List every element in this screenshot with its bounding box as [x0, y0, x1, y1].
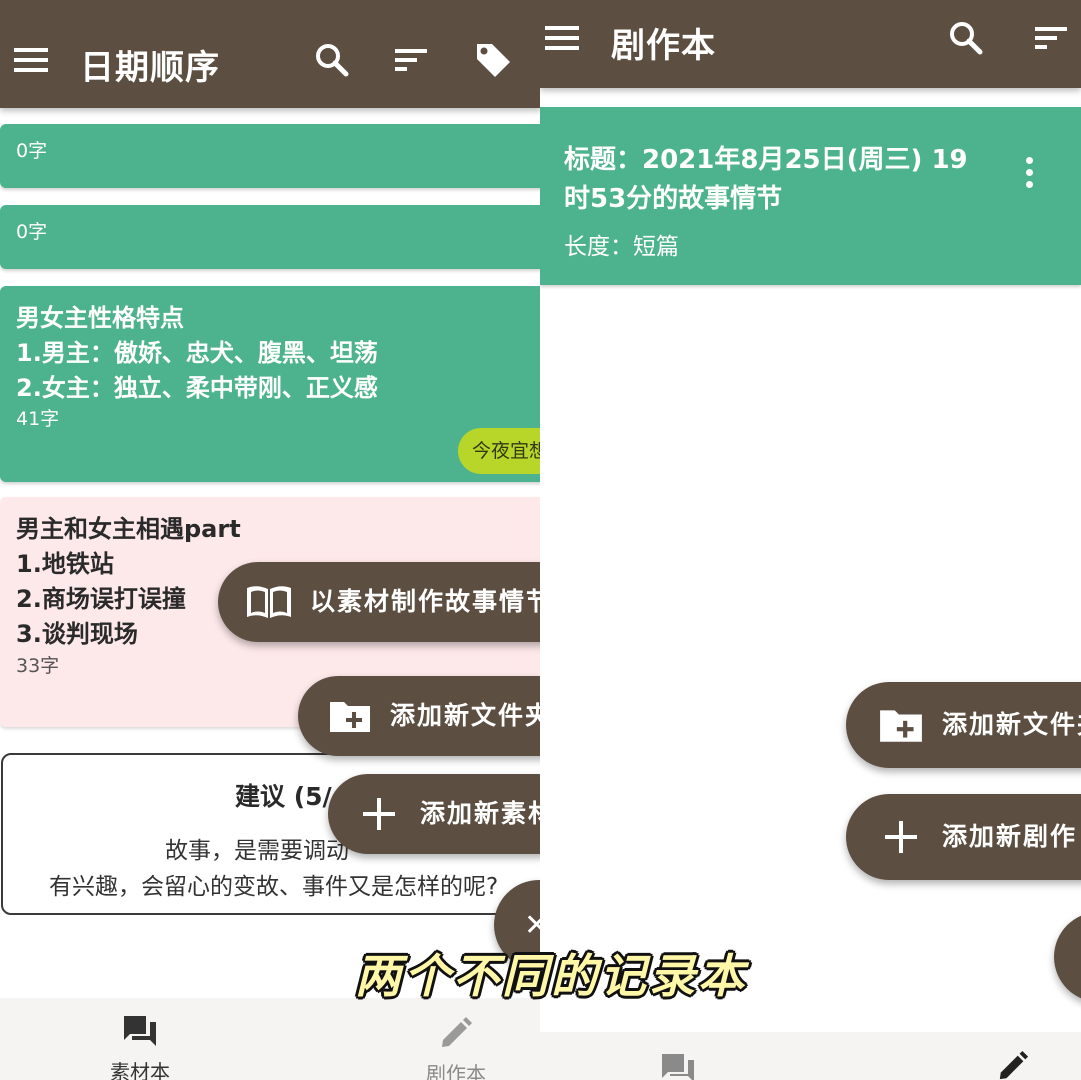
word-count: 0字	[16, 221, 48, 243]
nav-label: 剧作本	[426, 1062, 486, 1080]
material-card[interactable]: 0字	[0, 205, 541, 269]
add-material-fab[interactable]: 添加新素材	[328, 774, 541, 854]
fab-label: 以素材制作故事情节	[310, 587, 541, 616]
top-app-bar: 日期顺序	[0, 0, 541, 108]
material-card[interactable]: 0字	[0, 124, 541, 188]
script-card[interactable]: 标题：2021年8月25日(周三) 19 时53分的故事情节 长度：短篇	[540, 107, 1081, 285]
add-script-fab[interactable]: 添加新剧作	[846, 794, 1081, 880]
right-pane: 剧作本 标题：2021年8月25日(周三) 19 时53分的故事情节 长度：短篇…	[540, 0, 1081, 1080]
folder-add-icon	[328, 676, 372, 756]
sort-icon[interactable]	[1030, 16, 1074, 60]
bottom-navigation: 素材本 剧作本	[0, 998, 541, 1080]
forum-icon	[124, 1016, 156, 1046]
sort-icon[interactable]	[390, 38, 434, 82]
menu-icon[interactable]	[9, 38, 53, 82]
card-line: 1.男主：傲娇、忠犬、腹黑、坦荡	[16, 339, 378, 367]
page-title: 剧作本	[611, 26, 716, 66]
plus-icon	[362, 774, 396, 854]
nav-label: 素材本	[110, 1060, 170, 1080]
book-icon	[244, 562, 294, 642]
suggestion-title: 建议 (5/	[235, 782, 332, 811]
suggestion-text: 有兴趣，会留心的变故、事件又是怎样的呢?	[49, 874, 499, 900]
add-folder-fab[interactable]: 添加新文件夹	[298, 676, 541, 756]
card-title: 男主和女主相遇part	[16, 515, 241, 543]
menu-icon[interactable]	[540, 16, 584, 60]
word-count: 33字	[16, 655, 60, 677]
nav-item-material[interactable]: 素材本	[50, 1014, 230, 1080]
bottom-navigation	[540, 1032, 1081, 1080]
search-icon[interactable]	[944, 16, 988, 60]
nav-item-script[interactable]: 剧作本	[366, 1016, 541, 1080]
word-count: 0字	[16, 140, 48, 162]
card-line: 1.地铁站	[16, 550, 114, 578]
fab-label: 添加新剧作	[942, 822, 1078, 851]
add-folder-fab[interactable]: 添加新文件夹	[846, 682, 1081, 768]
page-title: 日期顺序	[80, 48, 220, 88]
script-title: 时53分的故事情节	[564, 184, 783, 214]
script-length: 长度：短篇	[564, 234, 679, 260]
pencil-icon	[442, 1017, 472, 1047]
script-title: 标题：2021年8月25日(周三) 19	[564, 145, 968, 175]
folder-add-icon	[878, 682, 924, 768]
left-pane: 日期顺序 0字 0字 男女主性格特点 1.男主：傲娇、忠犬、腹黑、坦荡 2.女主…	[0, 0, 541, 1080]
fab-label: 添加新文件夹	[390, 701, 541, 730]
tag-chip[interactable]: 今夜宜想	[458, 428, 541, 474]
fab-label: 添加新素材	[420, 799, 541, 828]
top-app-bar: 剧作本	[540, 0, 1081, 88]
close-icon: ✕	[524, 908, 541, 943]
more-vert-icon[interactable]	[1020, 157, 1038, 197]
plus-icon	[884, 794, 918, 880]
card-line: 2.女主：独立、柔中带刚、正义感	[16, 374, 378, 402]
word-count: 41字	[16, 408, 60, 430]
suggestion-text: 故事，是需要调动	[165, 838, 349, 864]
tag-icon[interactable]	[471, 38, 515, 82]
make-story-fab[interactable]: 以素材制作故事情节	[218, 562, 541, 642]
fab-label: 添加新文件夹	[942, 710, 1081, 739]
video-subtitle: 两个不同的记录本	[355, 949, 747, 1003]
card-title: 男女主性格特点	[16, 304, 184, 332]
close-fab[interactable]	[1054, 912, 1081, 1002]
card-line: 3.谈判现场	[16, 620, 138, 648]
pencil-icon[interactable]	[996, 1050, 1030, 1080]
card-line: 2.商场误打误撞	[16, 585, 186, 613]
forum-icon[interactable]	[660, 1052, 696, 1080]
search-icon[interactable]	[310, 38, 354, 82]
